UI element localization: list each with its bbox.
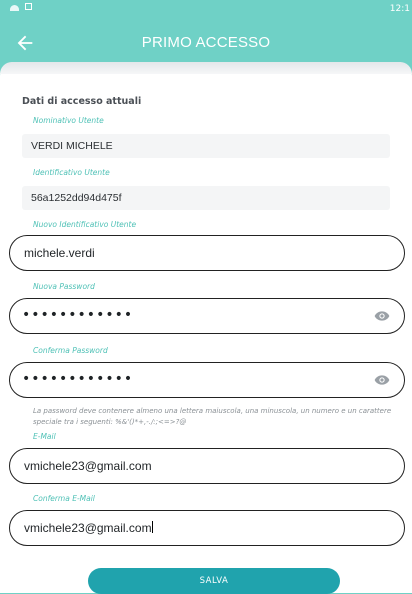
wifi-icon [10, 4, 19, 11]
confirm-email-label: Conferma E-Mail [33, 494, 95, 503]
new-id-value: michele.verdi [24, 246, 95, 260]
confirm-email-input[interactable]: vmichele23@gmail.com [9, 510, 405, 546]
email-value: vmichele23@gmail.com [24, 459, 152, 473]
notification-icon [25, 3, 32, 10]
new-id-label: Nuovo Identificativo Utente [33, 220, 137, 229]
new-password-label: Nuova Password [33, 282, 95, 291]
confirm-password-label: Conferma Password [33, 346, 108, 355]
email-input[interactable]: vmichele23@gmail.com [9, 448, 405, 484]
new-id-input[interactable]: michele.verdi [9, 235, 405, 271]
confirm-password-value: •••••••••••• [22, 371, 134, 387]
card-top-shadow [0, 62, 412, 74]
confirm-password-input[interactable]: •••••••••••• [9, 362, 405, 398]
status-icons [10, 3, 32, 11]
current-id-field: 56a1252dd94d475f [22, 186, 390, 210]
confirm-email-value: vmichele23@gmail.com [24, 521, 152, 535]
current-name-label: Nominativo Utente [33, 116, 104, 125]
save-button[interactable]: SALVA [88, 568, 340, 594]
new-password-value: •••••••••••• [22, 307, 134, 323]
current-name-value: VERDI MICHELE [31, 140, 113, 152]
eye-icon[interactable] [374, 310, 390, 322]
confirm-email-text: vmichele23@gmail.com [24, 521, 153, 535]
current-id-value: 56a1252dd94d475f [31, 192, 122, 204]
status-time: 12:1 [389, 4, 410, 14]
current-name-field: VERDI MICHELE [22, 134, 390, 158]
eye-icon[interactable] [374, 374, 390, 386]
page-title: PRIMO ACCESSO [141, 34, 271, 51]
section-title: Dati di accesso attuali [22, 96, 142, 107]
status-bar: 12:1 [0, 0, 412, 18]
new-password-input[interactable]: •••••••••••• [9, 298, 405, 334]
password-hint: La password deve contenere almeno una le… [33, 407, 392, 426]
text-cursor [151, 521, 153, 533]
current-id-label: Identificativo Utente [33, 168, 110, 177]
app-bar: PRIMO ACCESSO [0, 18, 412, 68]
email-label: E-Mail [33, 432, 56, 441]
form-card: Dati di accesso attuali Nominativo Utent… [0, 62, 412, 594]
